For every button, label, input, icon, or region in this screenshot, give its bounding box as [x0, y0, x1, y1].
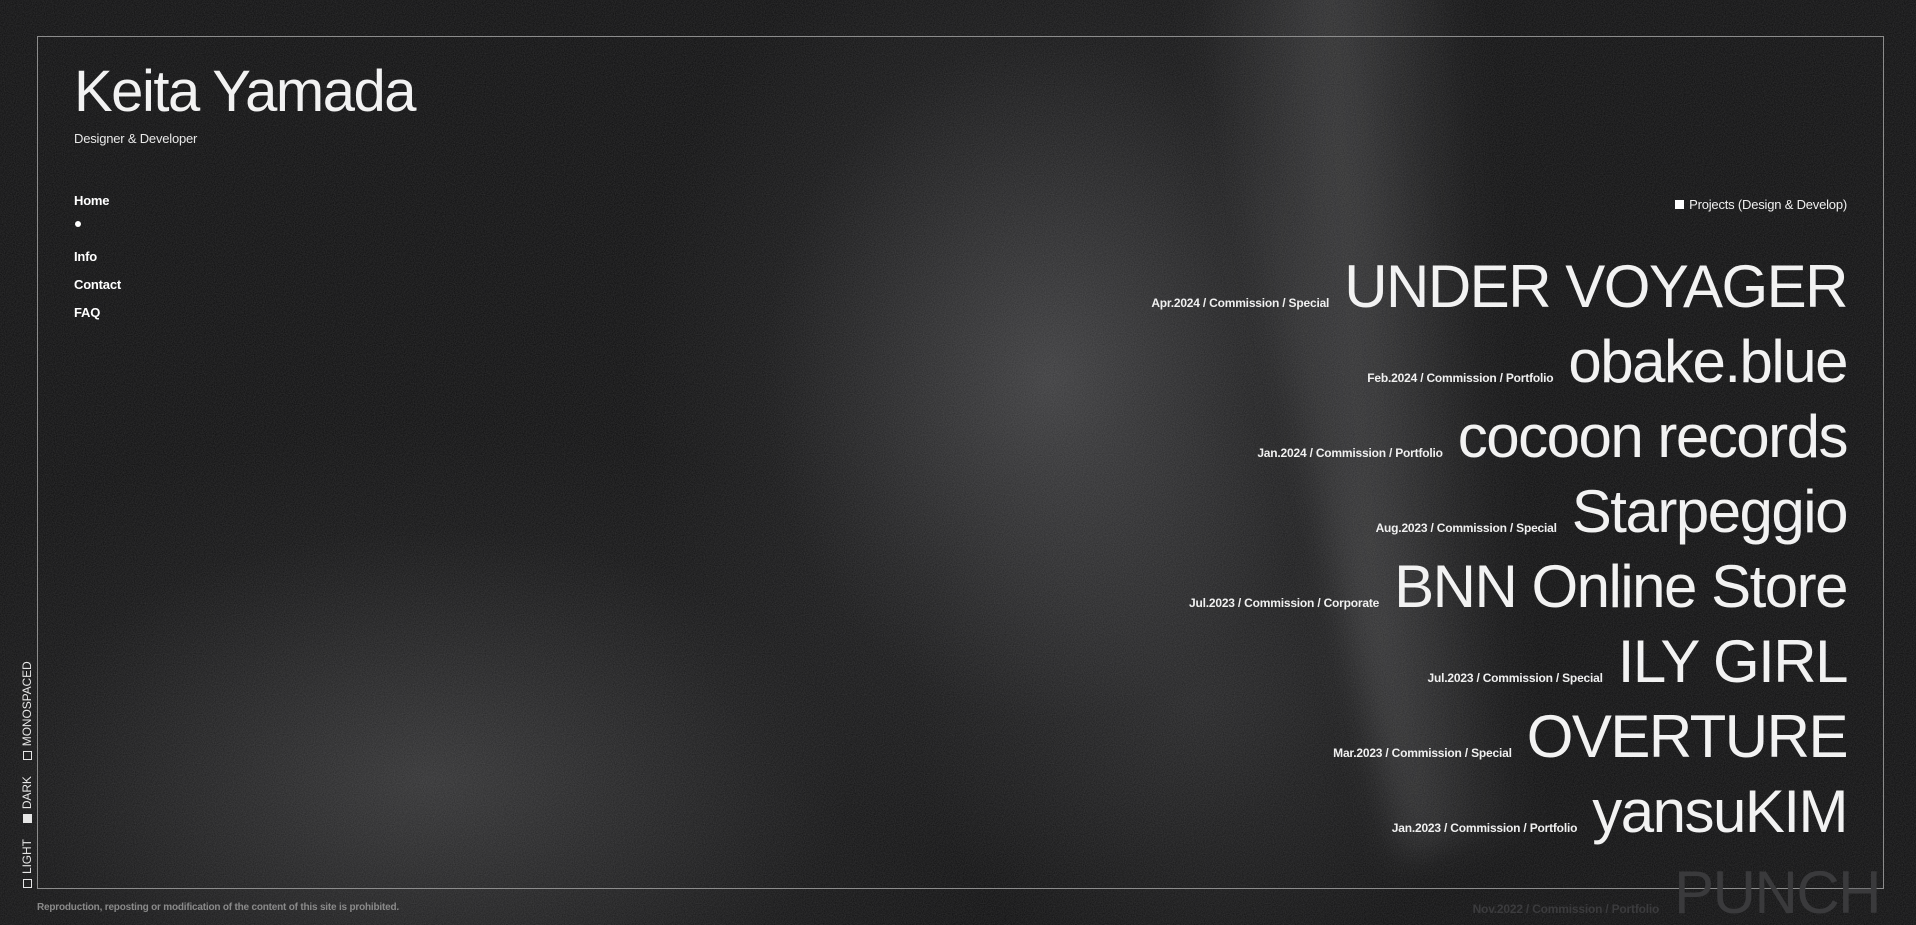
main-nav: Home Info Contact FAQ: [74, 193, 121, 333]
project-meta: Jan.2024 / Commission / Portfolio: [1257, 446, 1443, 460]
project-item[interactable]: Apr.2024 / Commission / Special UNDER VO…: [1151, 256, 1848, 331]
theme-option-monospaced[interactable]: MONOSPACED: [20, 661, 34, 761]
checkbox-empty-icon: [22, 879, 32, 888]
project-meta: Jan.2023 / Commission / Portfolio: [1391, 821, 1578, 835]
checkbox-empty-icon: [22, 751, 32, 761]
project-title[interactable]: cocoon records: [1458, 406, 1849, 468]
project-meta: Nov.2022 / Commission / Portfolio: [1472, 902, 1660, 916]
theme-label: LIGHT: [20, 839, 34, 874]
project-title[interactable]: BNN Online Store: [1394, 556, 1848, 618]
project-item-partial[interactable]: Nov.2022 / Commission / Portfolio PUNCH: [1472, 862, 1882, 924]
site-subtitle: Designer & Developer: [74, 131, 198, 146]
project-meta: Mar.2023 / Commission / Special: [1333, 746, 1512, 760]
projects-heading: Projects (Design & Develop): [1675, 197, 1847, 212]
page: Keita Yamada Designer & Developer Home I…: [0, 0, 1916, 925]
nav-faq[interactable]: FAQ: [74, 305, 121, 333]
project-title[interactable]: UNDER VOYAGER: [1344, 256, 1848, 318]
project-meta: Aug.2023 / Commission / Special: [1375, 521, 1557, 535]
project-title[interactable]: yansuKIM: [1592, 781, 1848, 843]
project-item[interactable]: Jan.2023 / Commission / Portfolio yansuK…: [1151, 781, 1849, 856]
nav-home[interactable]: Home: [74, 193, 121, 221]
project-list: Apr.2024 / Commission / Special UNDER VO…: [1151, 256, 1849, 856]
theme-label: DARK: [20, 776, 34, 810]
project-meta: Apr.2024 / Commission / Special: [1151, 296, 1330, 310]
content-frame: Keita Yamada Designer & Developer Home I…: [37, 36, 1884, 889]
project-item[interactable]: Aug.2023 / Commission / Special Starpegg…: [1151, 481, 1849, 556]
theme-option-dark[interactable]: DARK: [20, 776, 34, 824]
project-meta: Feb.2024 / Commission / Portfolio: [1367, 371, 1554, 385]
project-item[interactable]: Jul.2023 / Commission / Corporate BNN On…: [1151, 556, 1848, 631]
theme-option-light[interactable]: LIGHT: [20, 839, 34, 888]
nav-info[interactable]: Info: [74, 249, 121, 277]
theme-switcher: LIGHT DARK MONOSPACED: [20, 661, 34, 888]
checkbox-filled-icon: [22, 814, 32, 824]
project-meta: Jul.2023 / Commission / Special: [1427, 671, 1603, 685]
theme-label: MONOSPACED: [20, 661, 34, 747]
nav-contact[interactable]: Contact: [74, 277, 121, 305]
current-page-dot-icon: [75, 221, 81, 227]
project-meta: Jul.2023 / Commission / Corporate: [1189, 596, 1380, 610]
brand: Keita Yamada Designer & Developer: [74, 63, 417, 147]
project-item[interactable]: Mar.2023 / Commission / Special OVERTURE: [1151, 706, 1849, 781]
projects-heading-label: Projects (Design & Develop): [1689, 197, 1847, 212]
site-title[interactable]: Keita Yamada: [74, 63, 417, 121]
project-title[interactable]: OVERTURE: [1527, 706, 1849, 768]
filled-square-icon: [1675, 200, 1685, 209]
project-title[interactable]: PUNCH: [1674, 862, 1881, 924]
project-item[interactable]: Feb.2024 / Commission / Portfolio obake.…: [1151, 331, 1848, 406]
project-item[interactable]: Jan.2024 / Commission / Portfolio cocoon…: [1151, 406, 1849, 481]
project-title[interactable]: obake.blue: [1568, 331, 1848, 393]
project-title[interactable]: ILY GIRL: [1618, 631, 1849, 693]
copyright-notice: Reproduction, reposting or modification …: [37, 902, 399, 913]
project-title[interactable]: Starpeggio: [1572, 481, 1849, 543]
project-item[interactable]: Jul.2023 / Commission / Special ILY GIRL: [1151, 631, 1849, 706]
